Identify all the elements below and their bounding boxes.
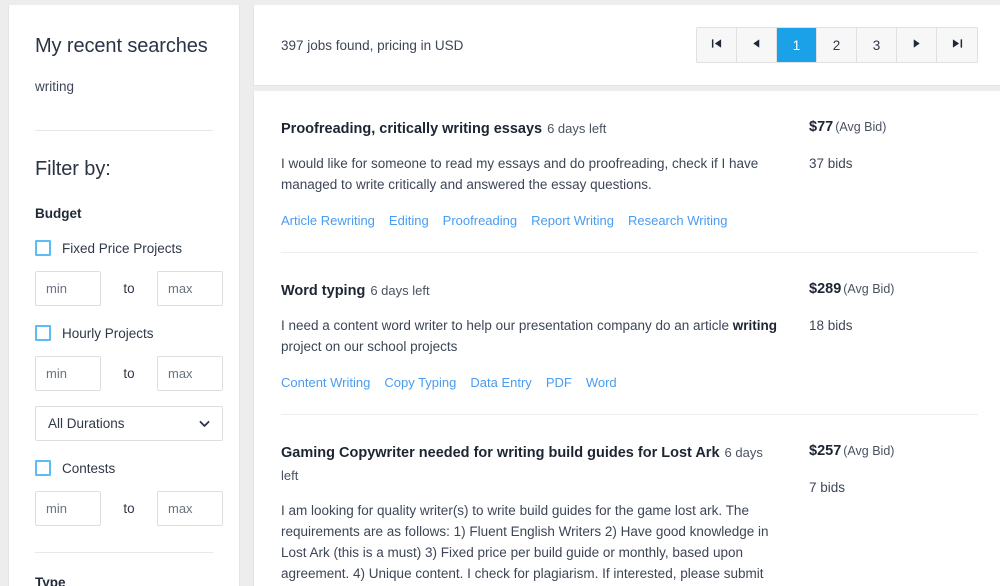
filter-fixed-price-label: Fixed Price Projects [62,241,182,256]
fixed-price-min-input[interactable] [35,271,101,306]
duration-select-value[interactable]: All Durations [35,406,223,441]
job-tags: Article Rewriting Editing Proofreading Repo… [281,212,783,230]
sidebar-divider-2 [35,552,213,553]
budget-group-label: Budget [35,206,213,221]
job-tag[interactable]: Data Entry [470,375,531,390]
job-results-panel: 397 jobs found, pricing in USD 1 2 3 [253,5,1000,586]
job-title[interactable]: Gaming Copywriter needed for writing bui… [281,445,720,461]
fixed-price-to-label: to [101,281,157,296]
hourly-range-row: to [35,356,213,391]
job-main-content: Word typing 6 days left I need a content … [281,279,809,392]
pagination-page-3[interactable]: 3 [857,28,897,62]
job-title-line: Gaming Copywriter needed for writing bui… [281,441,783,487]
job-time-left: 6 days left [547,121,606,136]
job-description-part-1: I am looking for quality writer(s) to wr… [281,503,768,586]
job-description: I need a content word writer to help our… [281,316,783,358]
job-title-line: Proofreading, critically writing essays 6… [281,117,783,140]
job-description-part-2: project on our school projects [281,339,457,354]
job-tag[interactable]: Research Writing [628,213,727,228]
job-tag[interactable]: PDF [546,375,572,390]
fixed-price-max-input[interactable] [157,271,223,306]
hourly-to-label: to [101,366,157,381]
job-main-content: Gaming Copywriter needed for writing bui… [281,441,809,586]
job-bid-count: 7 bids [809,480,969,495]
job-list: Proofreading, critically writing essays 6… [253,91,1000,586]
job-bid-count: 18 bids [809,318,969,333]
job-tag[interactable]: Editing [389,213,429,228]
job-bid-info: $77(Avg Bid) 37 bids [809,117,969,171]
contests-max-input[interactable] [157,491,223,526]
filter-fixed-price-row[interactable]: Fixed Price Projects [35,240,213,256]
results-header: 397 jobs found, pricing in USD 1 2 3 [253,5,1000,86]
contests-to-label: to [101,501,157,516]
checkbox-icon-fixed-price[interactable] [35,240,51,256]
job-price-note: (Avg Bid) [835,120,886,134]
recent-search-item[interactable]: writing [35,79,213,94]
job-tag[interactable]: Report Writing [531,213,614,228]
filter-hourly-label: Hourly Projects [62,326,154,341]
job-title-line: Word typing 6 days left [281,279,783,302]
next-page-icon [911,38,922,52]
hourly-max-input[interactable] [157,356,223,391]
job-tags: Content Writing Copy Typing Data Entry PDF W… [281,374,783,392]
job-bid-count: 37 bids [809,156,969,171]
pagination-page-1[interactable]: 1 [777,28,817,62]
job-price: $257 [809,443,841,459]
filter-hourly-row[interactable]: Hourly Projects [35,325,213,341]
job-list-item[interactable]: Word typing 6 days left I need a content … [281,252,978,414]
filter-by-title: Filter by: [35,158,213,181]
sidebar-divider-1 [35,130,213,131]
job-title[interactable]: Word typing [281,283,365,299]
job-tag[interactable]: Content Writing [281,375,370,390]
checkbox-icon-contests[interactable] [35,460,51,476]
filters-sidebar: My recent searches writing Filter by: Bu… [8,5,240,586]
type-group-label: Type [35,575,213,586]
pagination-last-button[interactable] [937,28,977,62]
job-description: I would like for someone to read my essa… [281,154,783,196]
job-price-line: $257(Avg Bid) [809,442,969,460]
job-description-part-1: I need a content word writer to help our… [281,318,733,333]
job-tag[interactable]: Word [586,375,617,390]
job-main-content: Proofreading, critically writing essays 6… [281,117,809,230]
job-description-part-1: I would like for someone to read my essa… [281,156,758,192]
fixed-price-range-row: to [35,271,213,306]
job-tag[interactable]: Copy Typing [384,375,456,390]
job-price-note: (Avg Bid) [843,444,894,458]
job-price-note: (Avg Bid) [843,282,894,296]
job-price-line: $77(Avg Bid) [809,118,969,136]
results-count-text: 397 jobs found, pricing in USD [281,38,463,53]
job-list-item[interactable]: Gaming Copywriter needed for writing bui… [281,414,978,586]
job-description-highlight: writing [733,318,777,333]
prev-page-icon [751,38,762,52]
job-title[interactable]: Proofreading, critically writing essays [281,121,542,137]
pagination-prev-button[interactable] [737,28,777,62]
pagination-page-2[interactable]: 2 [817,28,857,62]
hourly-min-input[interactable] [35,356,101,391]
job-list-item[interactable]: Proofreading, critically writing essays 6… [281,91,978,252]
recent-searches-title: My recent searches [35,35,213,58]
job-price-line: $289(Avg Bid) [809,280,969,298]
pagination-first-button[interactable] [697,28,737,62]
last-page-icon [952,38,963,52]
contests-min-input[interactable] [35,491,101,526]
filter-contests-label: Contests [62,461,115,476]
duration-select[interactable]: All Durations [35,406,223,441]
first-page-icon [711,38,722,52]
job-description: I am looking for quality writer(s) to wr… [281,501,783,586]
checkbox-icon-hourly[interactable] [35,325,51,341]
job-bid-info: $289(Avg Bid) 18 bids [809,279,969,333]
page-root: My recent searches writing Filter by: Bu… [0,0,1000,586]
job-time-left: 6 days left [370,283,429,298]
pagination-next-button[interactable] [897,28,937,62]
pagination[interactable]: 1 2 3 [696,27,978,63]
job-price: $77 [809,119,833,135]
contests-range-row: to [35,491,213,526]
filter-contests-row[interactable]: Contests [35,460,213,476]
job-bid-info: $257(Avg Bid) 7 bids [809,441,969,495]
job-price: $289 [809,281,841,297]
job-tag[interactable]: Proofreading [443,213,517,228]
job-tag[interactable]: Article Rewriting [281,213,375,228]
